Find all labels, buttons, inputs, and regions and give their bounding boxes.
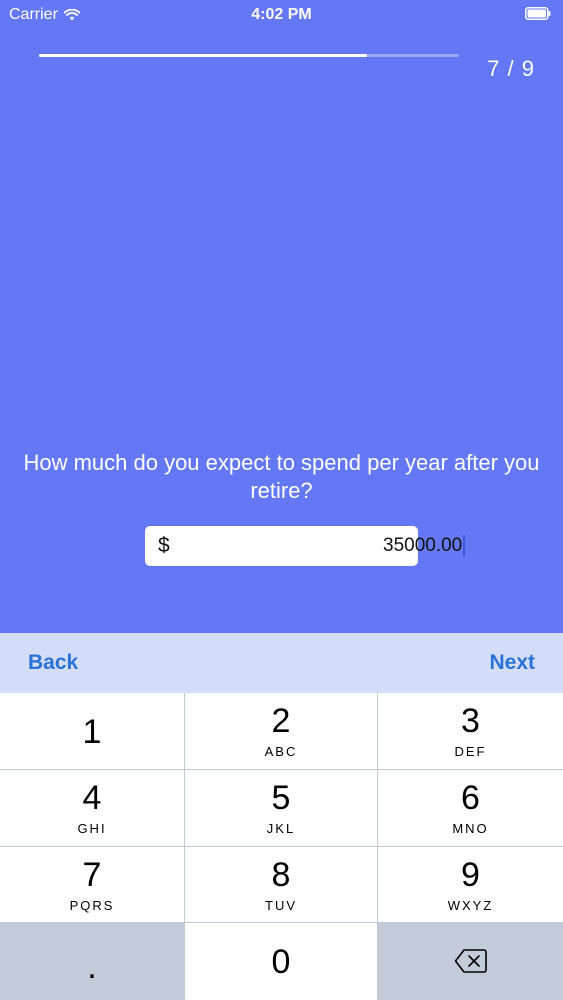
key-letters: WXYZ	[447, 898, 494, 913]
status-bar: Carrier 4:02 PM	[0, 0, 563, 30]
step-counter: 7 / 9	[487, 56, 535, 81]
key-letters: PQRS	[69, 898, 115, 913]
key-5[interactable]: 5 JKL	[185, 770, 377, 846]
keyboard-toolbar: Back Next	[0, 633, 563, 693]
key-letters: DEF	[454, 744, 487, 759]
key-digit: 5	[271, 779, 291, 817]
key-digit: 2	[271, 702, 291, 740]
battery-icon	[525, 7, 551, 20]
key-letters: MNO	[452, 821, 489, 836]
key-0[interactable]: 0	[185, 923, 377, 1000]
key-digit: 8	[271, 856, 291, 894]
key-8[interactable]: 8 TUV	[185, 847, 377, 922]
progress-fill	[39, 54, 367, 57]
key-letters: GHI	[77, 821, 107, 836]
key-digit: 7	[82, 856, 102, 894]
status-time: 4:02 PM	[251, 6, 312, 23]
numeric-keypad: 1 2 ABC 3 DEF 4 GHI 5 JKL 6 MNO 7 PQRS 8	[0, 693, 563, 1000]
key-digit: 6	[461, 779, 480, 817]
key-backspace[interactable]	[378, 923, 563, 1000]
currency-symbol: $	[158, 534, 170, 557]
back-button[interactable]: Back	[28, 651, 78, 675]
key-7[interactable]: 7 PQRS	[0, 847, 184, 922]
decimal-symbol: .	[87, 948, 97, 986]
key-4[interactable]: 4 GHI	[0, 770, 184, 846]
progress-bar	[39, 54, 459, 57]
key-6[interactable]: 6 MNO	[378, 770, 563, 846]
amount-value-wrap: 35000.00	[383, 535, 466, 557]
key-letters: JKL	[266, 821, 296, 836]
amount-value: 35000.00	[383, 535, 463, 556]
key-digit: 4	[82, 779, 102, 817]
text-caret	[463, 535, 466, 557]
key-2[interactable]: 2 ABC	[185, 693, 377, 769]
key-digit: 0	[271, 943, 291, 981]
next-button[interactable]: Next	[489, 651, 535, 675]
key-3[interactable]: 3 DEF	[378, 693, 563, 769]
backspace-icon	[454, 949, 487, 973]
key-decimal[interactable]: .	[0, 923, 184, 1000]
key-letters: TUV	[265, 898, 297, 913]
amount-input[interactable]: $ 35000.00	[145, 526, 466, 566]
key-letters: ABC	[264, 744, 298, 759]
screen: Carrier 4:02 PM 7 / 9 How much do you ex…	[0, 0, 563, 1000]
key-1[interactable]: 1	[0, 693, 184, 769]
key-digit: 9	[461, 856, 480, 894]
key-digit: 3	[461, 702, 480, 740]
question-text: How much do you expect to spend per year…	[23, 450, 540, 503]
key-digit: 1	[82, 713, 102, 751]
key-9[interactable]: 9 WXYZ	[378, 847, 563, 922]
